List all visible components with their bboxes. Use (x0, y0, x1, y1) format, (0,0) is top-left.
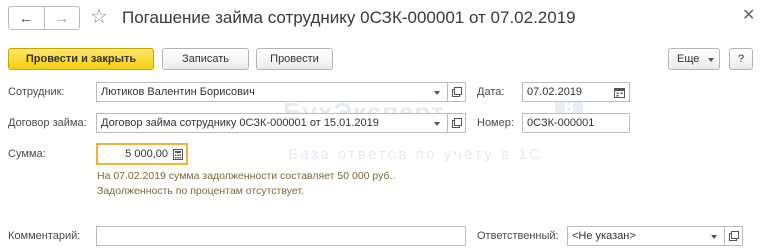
contract-field[interactable]: Договор займа сотруднику 0СЗК-000001 от … (96, 113, 448, 133)
comment-label: Комментарий: (8, 230, 81, 242)
arrow-left-icon: ← (18, 9, 34, 27)
contract-open-button[interactable] (448, 113, 466, 133)
interest-info-line: Задолженность по процентам отсутствует. (97, 185, 304, 197)
contract-value: Договор займа сотруднику 0СЗК-000001 от … (101, 117, 379, 129)
watermark-subtitle: База ответов по учёту в 1С (288, 146, 543, 163)
open-form-icon (451, 87, 462, 97)
debt-info-line: На 07.02.2019 сумма задолженности состав… (97, 170, 396, 182)
amount-value: 5 000,00 (125, 148, 168, 160)
employee-label: Сотрудник: (8, 86, 65, 98)
open-form-icon (451, 118, 462, 128)
arrow-right-icon: → (54, 9, 70, 27)
chevron-down-icon[interactable] (434, 122, 440, 126)
open-form-icon (728, 231, 739, 241)
responsible-label: Ответственный: (477, 230, 559, 242)
help-button[interactable]: ? (729, 48, 753, 70)
nav-buttons: ← → (8, 6, 80, 30)
date-field[interactable]: 07.02.2019 (522, 82, 630, 102)
number-value: 0СЗК-000001 (527, 117, 595, 129)
page-title: Погашение займа сотруднику 0СЗК-000001 о… (122, 8, 576, 27)
calendar-icon[interactable] (614, 87, 625, 98)
employee-value: Лютиков Валентин Борисович (101, 86, 255, 98)
amount-label: Сумма: (8, 148, 46, 160)
employee-field[interactable]: Лютиков Валентин Борисович (96, 82, 448, 102)
chevron-down-icon[interactable] (434, 91, 440, 95)
date-value: 07.02.2019 (527, 86, 583, 98)
more-button[interactable]: Еще (668, 48, 720, 70)
date-label: Дата: (477, 86, 505, 98)
star-icon[interactable]: ☆ (90, 5, 108, 29)
number-label: Номер: (477, 117, 514, 129)
forward-button[interactable]: → (43, 7, 80, 29)
employee-open-button[interactable] (448, 82, 466, 102)
number-field[interactable]: 0СЗК-000001 (522, 113, 630, 133)
chevron-down-icon[interactable] (711, 235, 717, 239)
save-button[interactable]: Записать (162, 48, 249, 70)
amount-field[interactable]: 5 000,00 (96, 143, 188, 165)
responsible-field[interactable]: <Не указан> (567, 226, 725, 246)
more-button-label: Еще (677, 53, 700, 65)
responsible-open-button[interactable] (725, 226, 743, 246)
back-button[interactable]: ← (9, 7, 44, 29)
post-and-close-button[interactable]: Провести и закрыть (8, 48, 154, 70)
contract-label: Договор займа: (8, 117, 87, 129)
calculator-icon[interactable] (173, 149, 183, 160)
comment-input[interactable] (96, 226, 466, 246)
post-button[interactable]: Провести (256, 48, 333, 70)
chevron-down-icon (708, 58, 714, 62)
close-icon[interactable]: ✕ (742, 6, 755, 26)
responsible-value: <Не указан> (572, 230, 636, 242)
